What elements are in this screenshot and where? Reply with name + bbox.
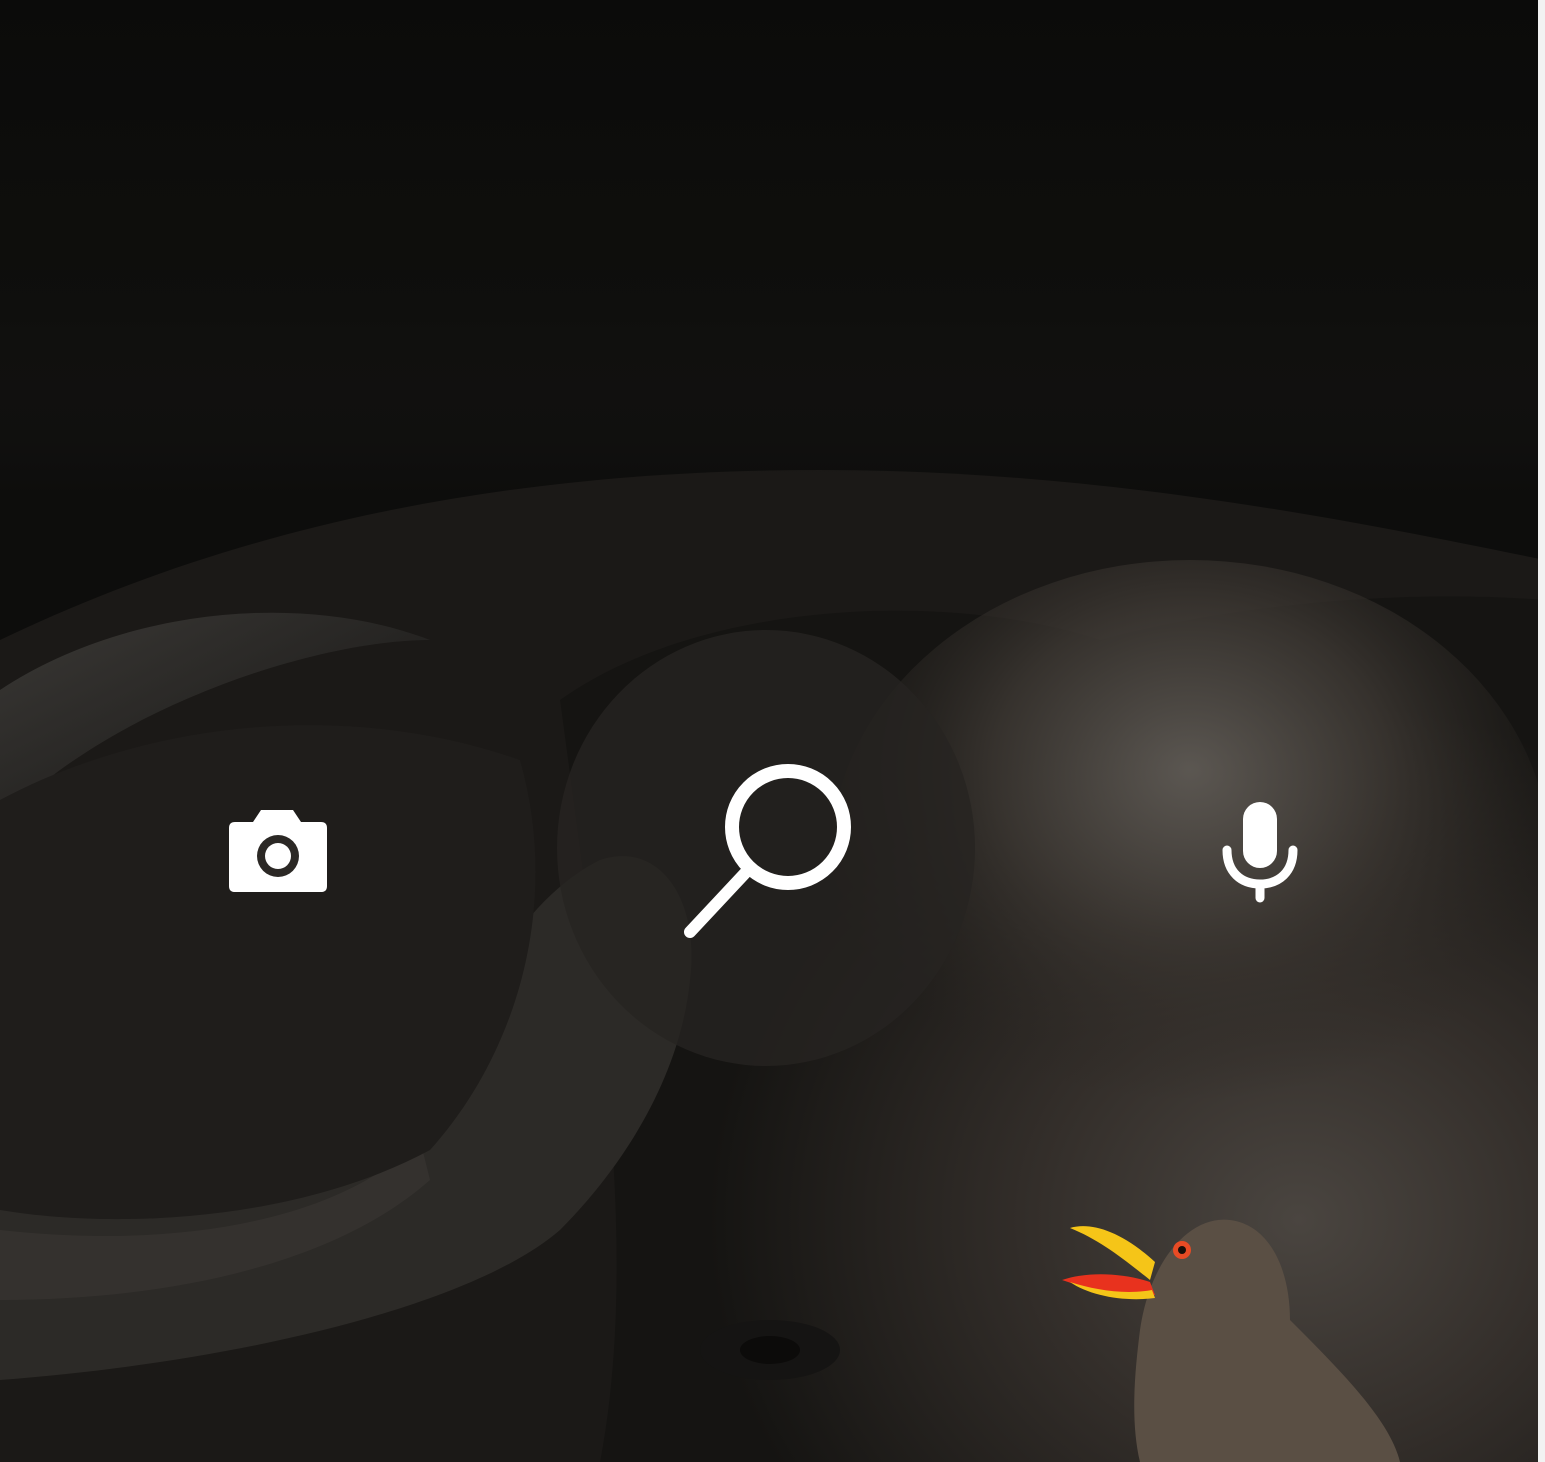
search-button[interactable] xyxy=(670,750,870,950)
camera-icon xyxy=(229,810,327,892)
voice-search-button[interactable] xyxy=(1205,790,1315,910)
right-edge-strip xyxy=(1538,0,1545,1462)
search-icon xyxy=(684,764,851,938)
microphone-icon xyxy=(1222,802,1298,903)
camera-button[interactable] xyxy=(215,800,339,904)
lens-search-screen xyxy=(0,0,1545,1462)
